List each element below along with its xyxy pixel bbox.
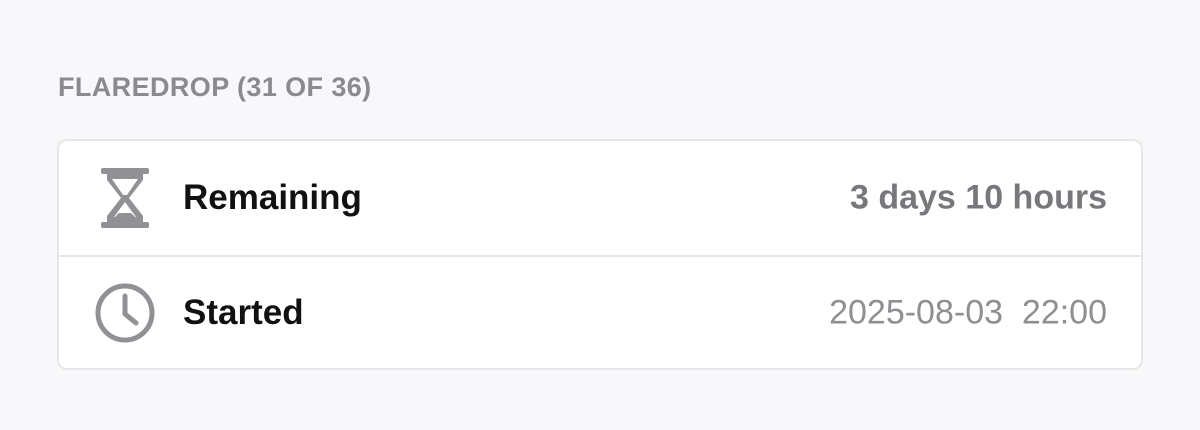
info-card: Remaining 3 days 10 hours Started 2025-0…	[57, 139, 1143, 370]
remaining-label: Remaining	[183, 178, 362, 217]
hourglass-icon	[93, 166, 157, 230]
started-label: Started	[183, 293, 304, 332]
info-page: FLAREDROP (31 OF 36) Remaining 3 days 10…	[0, 0, 1200, 430]
remaining-value: 3 days 10 hours	[849, 178, 1107, 217]
started-value: 2025-08-03 22:00	[829, 293, 1107, 332]
section-title: FLAREDROP (31 OF 36)	[58, 72, 372, 102]
started-row: Started 2025-08-03 22:00	[59, 255, 1141, 368]
clock-icon	[93, 281, 157, 345]
remaining-row: Remaining 3 days 10 hours	[59, 141, 1141, 255]
